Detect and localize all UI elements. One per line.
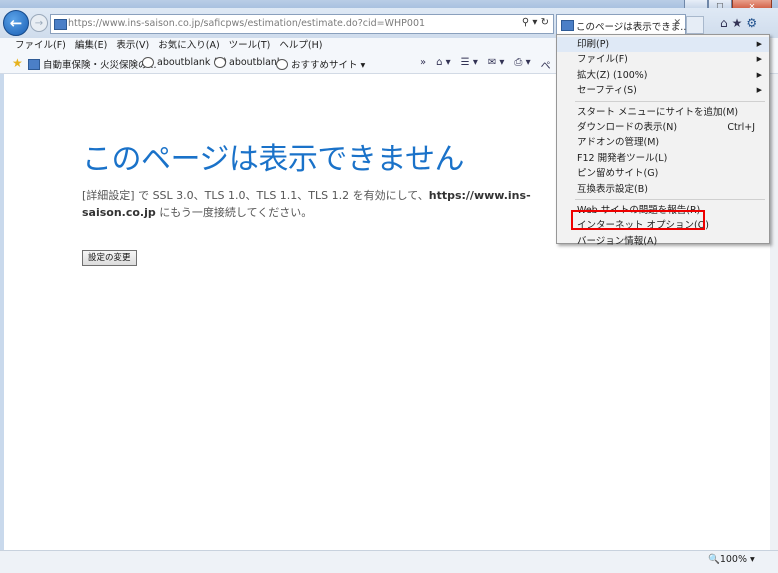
tools-menu-item[interactable]: 互換表示設定(B) — [557, 182, 769, 197]
page-dropdown[interactable]: ペ — [541, 57, 551, 72]
submenu-arrow-icon: ▶ — [756, 55, 762, 64]
menu-shortcut: Ctrl+J — [727, 122, 755, 133]
home-dropdown[interactable]: ⌂ ▾ — [436, 57, 451, 72]
feeds-dropdown[interactable]: ☰ ▾ — [461, 57, 478, 72]
vertical-scrollbar[interactable] — [770, 74, 778, 550]
menu-view[interactable]: 表示(V) — [116, 38, 149, 53]
change-settings-button[interactable]: 設定の変更 — [82, 250, 137, 266]
browser-tab[interactable]: このページは表示できま... ✕ — [556, 14, 690, 35]
menu-separator — [575, 199, 765, 200]
tab-close-icon[interactable]: ✕ — [673, 18, 681, 28]
highlight-box — [571, 210, 705, 230]
menu-item-label: 互換表示設定(B) — [577, 183, 648, 195]
favorite-item[interactable]: おすすめサイト ▾ — [276, 57, 365, 71]
ie-page-icon — [214, 57, 226, 68]
forward-button[interactable]: → — [30, 14, 48, 32]
favorite-item[interactable]: aboutblank — [214, 57, 282, 68]
title-bar — [0, 0, 778, 8]
back-button[interactable]: ← — [3, 10, 29, 36]
menu-item-label: ダウンロードの表示(N) — [577, 122, 678, 133]
tools-menu-item[interactable]: ファイル(F) ▶ — [557, 52, 769, 67]
tools-menu-item[interactable]: ピン留めサイト(G) — [557, 166, 769, 181]
address-bar[interactable]: https://www.ins-saison.co.jp/saficpws/es… — [50, 14, 554, 34]
menu-favorites[interactable]: お気に入り(A) — [158, 38, 219, 53]
back-arrow-icon: ← — [9, 14, 23, 32]
menu-item-label: アドオンの管理(M) — [577, 137, 660, 149]
search-refresh-icon[interactable]: ⚲ ▾ ↻ — [522, 17, 549, 28]
gear-icon[interactable]: ⚙ — [746, 16, 757, 30]
tab-favicon-icon — [561, 20, 574, 31]
submenu-arrow-icon: ▶ — [756, 40, 762, 48]
ie-page-icon — [276, 58, 288, 70]
menu-item-label: 印刷(P) — [577, 39, 610, 50]
favorites-star-icon[interactable]: ★ — [732, 16, 743, 30]
forward-arrow-icon: → — [34, 17, 44, 29]
menu-item-label: F12 開発者ツール(L) — [577, 152, 668, 164]
tools-menu-item[interactable]: ダウンロードの表示(N) Ctrl+J — [557, 120, 769, 135]
menu-item-label: セーフティ(S) — [577, 85, 637, 97]
tools-menu-item[interactable]: バージョン情報(A) — [557, 234, 769, 249]
menu-item-label: スタート メニューにサイトを追加(M) — [577, 106, 739, 118]
menu-item-label: 拡大(Z) (100%) — [577, 69, 648, 81]
status-bar: 🔍100% ▾ — [0, 550, 778, 573]
tab-title: このページは表示できま... — [576, 22, 690, 33]
new-tab-button[interactable] — [686, 16, 704, 34]
error-message: [詳細設定] で SSL 3.0、TLS 1.0、TLS 1.1、TLS 1.2… — [82, 189, 531, 219]
home-icon[interactable]: ⌂ — [720, 16, 728, 30]
menu-help[interactable]: ヘルプ(H) — [279, 38, 322, 53]
page-title: このページは表示できません — [82, 142, 465, 177]
favorite-item[interactable]: 自動車保険・火災保険の... — [28, 57, 157, 71]
print-dropdown[interactable]: ⎙ ▾ — [514, 57, 530, 72]
menu-separator — [575, 100, 765, 102]
tools-menu-item[interactable]: F12 開発者ツール(L) — [557, 151, 769, 166]
menu-item-label: ファイル(F) — [577, 54, 628, 66]
tools-menu-item[interactable]: 印刷(P) ▶ — [557, 37, 769, 52]
menu-item-label: バージョン情報(A) — [577, 235, 658, 247]
ie-page-icon — [142, 57, 154, 68]
browser-tools: ⌂ ★ ⚙ — [720, 16, 757, 30]
chevron-more-icon[interactable]: » — [420, 57, 426, 72]
tools-menu-item[interactable]: アドオンの管理(M) — [557, 135, 769, 150]
site-favicon-icon — [54, 19, 67, 30]
submenu-arrow-icon: ▶ — [756, 86, 762, 95]
tools-menu-item[interactable]: セーフティ(S) ▶ — [557, 83, 769, 98]
favorites-star-icon[interactable]: ★ — [12, 56, 23, 70]
menu-edit[interactable]: 編集(E) — [75, 38, 107, 53]
submenu-arrow-icon: ▶ — [756, 70, 762, 79]
tools-menu-item[interactable]: 拡大(Z) (100%) ▶ — [557, 68, 769, 83]
command-bar: » ⌂ ▾ ☰ ▾ ✉ ▾ ⎙ ▾ ペ — [420, 57, 551, 72]
menu-tools[interactable]: ツール(T) — [229, 38, 271, 53]
zoom-level[interactable]: 🔍100% ▾ — [708, 554, 755, 565]
menu-item-label: ピン留めサイト(G) — [577, 168, 659, 180]
tools-menu-item[interactable]: スタート メニューにサイトを追加(M) — [557, 105, 769, 120]
address-url: https://www.ins-saison.co.jp/saficpws/es… — [68, 18, 426, 29]
mail-dropdown[interactable]: ✉ ▾ — [488, 57, 505, 72]
menu-file[interactable]: ファイル(F) — [15, 38, 66, 53]
site-favicon-icon — [28, 58, 40, 70]
